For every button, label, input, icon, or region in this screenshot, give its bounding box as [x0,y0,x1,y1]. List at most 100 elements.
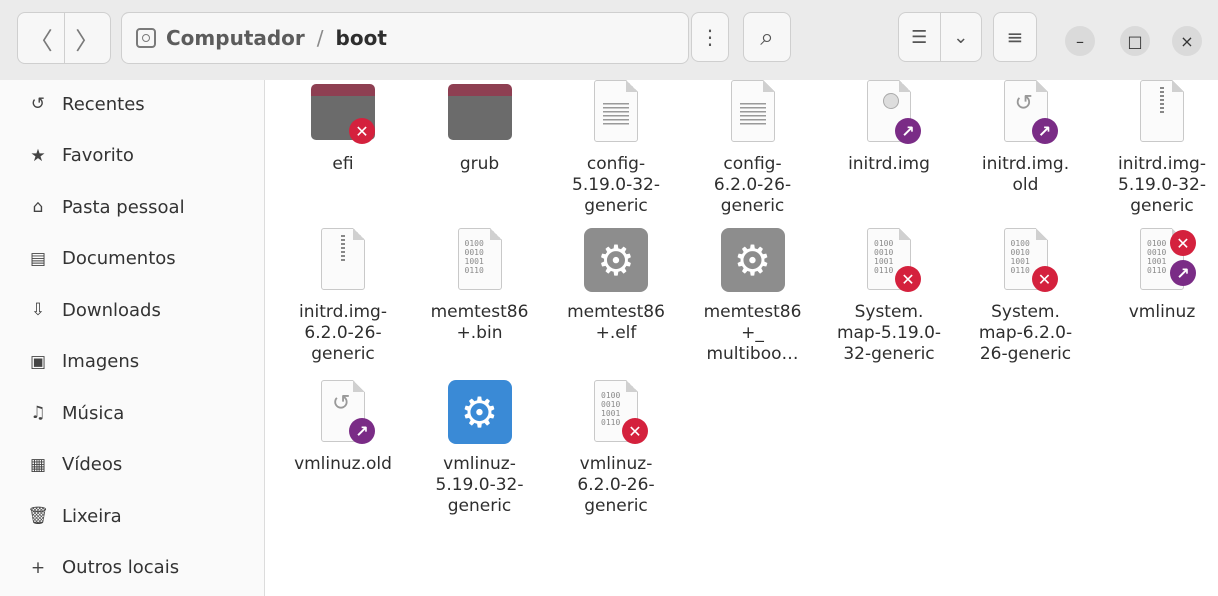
file-name: vmlinuz- 6.2.0-26- generic [577,454,655,516]
star-icon: ★ [30,145,46,166]
sidebar-item-label: Imagens [62,351,140,372]
home-icon: ⌂ [32,197,44,217]
sidebar-item-label: Lixeira [62,505,122,527]
symlink-emblem-icon: ↗ [1170,260,1196,286]
sidebar-item-label: Vídeos [62,454,123,475]
main-menu-button[interactable]: ≡ [993,12,1037,62]
binary-glyphs: 0100 0010 1001 0110 [601,391,621,427]
file-item[interactable]: ⚙ memtest86 +_ multiboo… [685,228,821,365]
executable-gear-icon: ⚙ [720,228,785,292]
archive-file-icon [1130,80,1194,144]
sidebar-item-label: Música [62,402,125,424]
sidebar-item-trash[interactable]: 🗑 Lixeira [0,492,264,540]
text-file-icon [721,80,785,144]
image-icon: ▣ [29,351,47,372]
binary-file-icon: 0100 0010 1001 0110 ✕ [857,228,921,292]
symlink-emblem-icon: ↗ [1031,118,1058,144]
file-item[interactable]: ↺ ↗ vmlinuz.old [275,380,411,475]
file-item[interactable]: initrd.img- 5.19.0-32- generic [1094,80,1218,217]
file-name: initrd.img [848,154,930,174]
broken-link-emblem-icon: ✕ [1031,266,1058,292]
sidebar-item-label: Recentes [62,93,145,115]
folder-icon [447,80,512,144]
binary-glyphs: 0100 0010 1001 0110 [464,239,484,275]
path-bar[interactable]: Computador / boot [121,12,689,64]
file-item[interactable]: config- 5.19.0-32- generic [548,80,684,217]
sidebar-item-downloads[interactable]: ⇩ Downloads [0,286,264,334]
file-name: System. map-5.19.0- 32-generic [836,302,942,364]
backup-file-icon: ↺ ↗ [311,380,375,444]
backup-file-icon: ↺ ↗ [994,80,1058,144]
clock-icon: ↺ [30,94,46,114]
path-root[interactable]: Computador [166,26,305,50]
file-item[interactable]: grub [412,80,548,175]
file-name: initrd.img- 6.2.0-26- generic [299,302,387,364]
file-item[interactable]: ↺ ↗ initrd.img. old [958,80,1094,196]
back-button[interactable]: 〈 [18,13,64,63]
sidebar-item-other-locations[interactable]: + Outros locais [0,544,264,592]
broken-link-emblem-icon: ✕ [349,118,375,144]
file-name: memtest86 +_ multiboo… [703,302,802,364]
binary-file-icon: 0100 0010 1001 0110 ✕ [584,380,648,444]
sidebar-item-pictures[interactable]: ▣ Imagens [0,338,264,386]
file-name: memtest86 +.bin [430,302,529,343]
path-current[interactable]: boot [336,26,387,50]
forward-button[interactable]: 〉 [63,13,111,63]
sidebar-item-label: Favorito [62,145,134,166]
view-switcher: ☰ ⌄ [898,12,982,62]
sidebar-item-videos[interactable]: ▦ Vídeos [0,441,264,489]
file-item[interactable]: 0100 0010 1001 0110 memtest86 +.bin [412,228,548,344]
file-item[interactable]: initrd.img- 6.2.0-26- generic [275,228,411,365]
file-item[interactable]: ↗ initrd.img [821,80,957,175]
file-name: vmlinuz.old [294,454,392,474]
download-icon: ⇩ [30,300,46,320]
file-item[interactable]: 0100 0010 1001 0110 ✕ vmlinuz- 6.2.0-26- g… [548,380,684,517]
file-item[interactable]: config- 6.2.0-26- generic [685,80,821,217]
binary-file-icon: 0100 0010 1001 0110 [448,228,512,292]
minimize-button[interactable]: – [1065,26,1095,56]
binary-glyphs: 0100 0010 1001 0110 [1147,239,1167,275]
file-item[interactable]: 0100 0010 1001 0110 ✕ ↗ vmlinuz [1094,228,1218,323]
drive-icon [136,28,156,48]
document-icon: ▤ [29,248,47,269]
broken-link-emblem-icon: ✕ [622,418,648,444]
file-item[interactable]: ✕ efi [275,80,411,175]
file-name: memtest86 +.elf [567,302,665,343]
file-name: config- 6.2.0-26- generic [713,154,792,216]
archive-file-icon [311,228,375,292]
close-button[interactable]: × [1172,26,1202,56]
folder-icon: ✕ [311,80,375,144]
file-name: initrd.img- 5.19.0-32- generic [1118,154,1206,216]
sidebar-item-label: Outros locais [62,557,180,578]
header-bar: 〈 〉 Computador / boot ⋮ ⌕ ☰ ⌄ ≡ – □ × [0,0,1218,81]
binary-glyphs: 0100 0010 1001 0110 [1010,239,1030,275]
sidebar-item-documents[interactable]: ▤ Documentos [0,235,264,283]
search-button[interactable]: ⌕ [743,12,791,62]
file-item[interactable]: ⚙ memtest86 +.elf [548,228,684,344]
file-name: efi [332,154,354,174]
file-manager-window: 〈 〉 Computador / boot ⋮ ⌕ ☰ ⌄ ≡ – □ × ↺ R… [0,0,1218,596]
disc-image-icon: ↗ [857,80,921,144]
sidebar-item-home[interactable]: ⌂ Pasta pessoal [0,183,264,231]
broken-link-emblem-icon: ✕ [1170,230,1196,256]
sidebar-item-music[interactable]: ♫ Música [0,389,264,437]
sidebar-item-recent[interactable]: ↺ Recentes [0,80,264,128]
maximize-button[interactable]: □ [1120,26,1150,56]
file-item[interactable]: 0100 0010 1001 0110 ✕ System. map-5.19.0- … [821,228,957,365]
path-menu-button[interactable]: ⋮ [691,12,729,62]
file-item[interactable]: 0100 0010 1001 0110 ✕ System. map-6.2.0- 2… [958,228,1094,365]
binary-file-icon: 0100 0010 1001 0110 ✕ ↗ [1130,228,1196,292]
symlink-emblem-icon: ↗ [895,118,921,144]
broken-link-emblem-icon: ✕ [895,266,921,292]
binary-glyphs: 0100 0010 1001 0110 [874,239,894,275]
view-options-dropdown[interactable]: ⌄ [939,13,982,61]
list-view-button[interactable]: ☰ [899,13,940,61]
file-grid: ✕ efi grub config- 5.19.0-32- generic config… [265,80,1218,596]
sidebar: ↺ Recentes ★ Favorito ⌂ Pasta pessoal ▤ Documen… [0,80,265,596]
file-item[interactable]: ⚙ vmlinuz- 5.19.0-32- generic [412,380,548,517]
executable-gear-icon: ⚙ [447,380,512,444]
sidebar-item-starred[interactable]: ★ Favorito [0,132,264,180]
symlink-emblem-icon: ↗ [349,418,375,444]
file-name: initrd.img. old [981,154,1070,195]
sidebar-item-label: Pasta pessoal [62,196,185,218]
